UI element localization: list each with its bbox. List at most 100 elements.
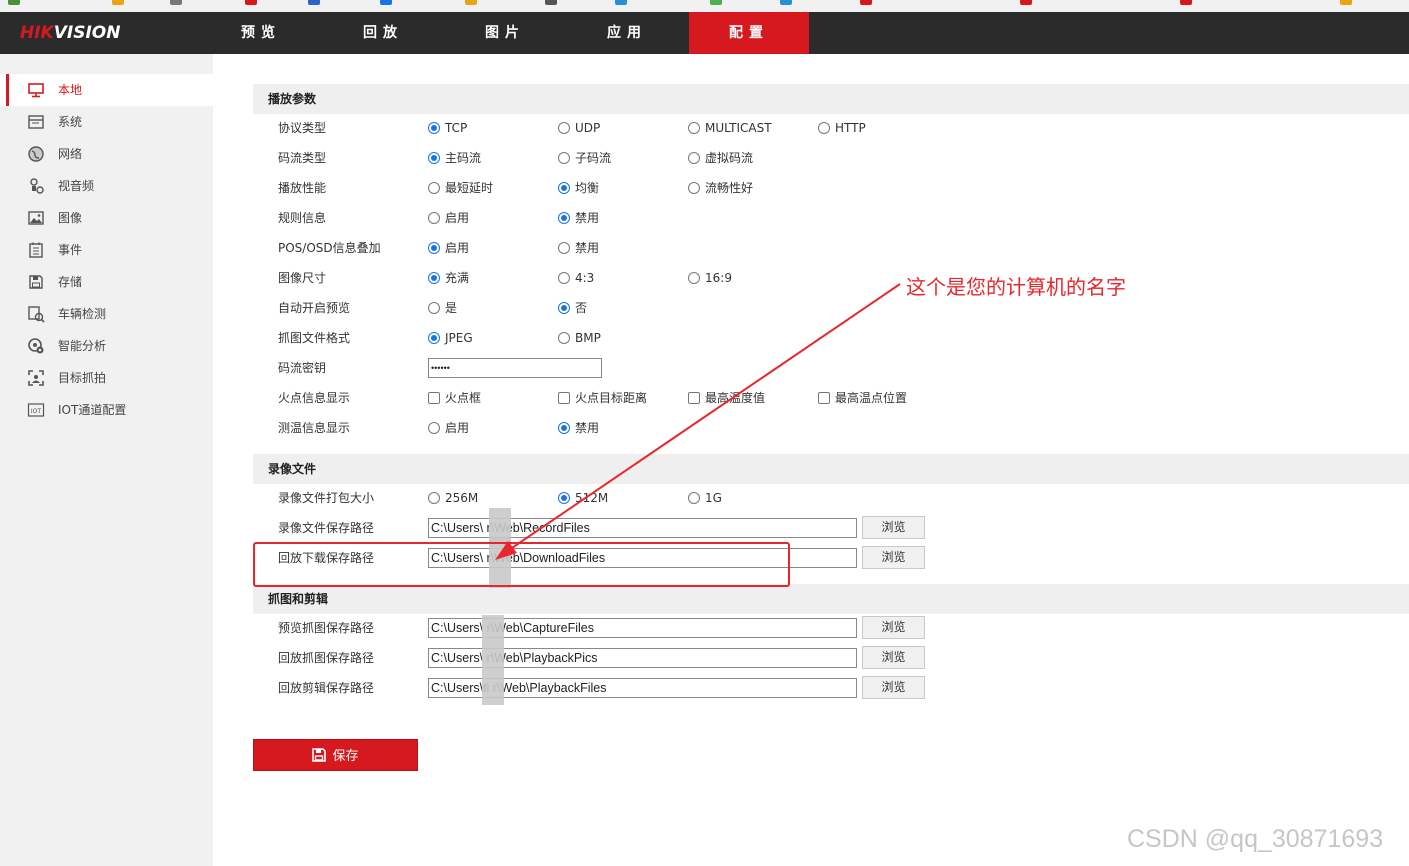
sidebar-item-5[interactable]: 事件 xyxy=(0,234,213,266)
option-label: 禁用 xyxy=(575,421,600,435)
radio-option[interactable]: 启用 xyxy=(428,420,469,436)
radio-button[interactable] xyxy=(428,302,440,314)
radio-button[interactable] xyxy=(688,152,700,164)
radio-option[interactable]: 禁用 xyxy=(558,240,599,256)
radio-option[interactable]: 均衡 xyxy=(558,180,599,196)
radio-button[interactable] xyxy=(428,332,440,344)
radio-button[interactable] xyxy=(818,122,830,134)
sidebar-item-2[interactable]: 网络 xyxy=(0,138,213,170)
browse-button[interactable]: 浏览 xyxy=(862,646,925,669)
nav-tab-4[interactable]: 配置 xyxy=(689,12,809,54)
checkbox[interactable] xyxy=(688,392,700,404)
sidebar-item-9[interactable]: 目标抓拍 xyxy=(0,362,213,394)
radio-option[interactable]: 启用 xyxy=(428,210,469,226)
radio-button[interactable] xyxy=(558,242,570,254)
logo-red-part: HIK xyxy=(20,23,54,43)
sidebar-item-0[interactable]: 本地 xyxy=(0,74,213,106)
iot-icon: IOT xyxy=(27,401,45,419)
sidebar-item-1[interactable]: 系统 xyxy=(0,106,213,138)
image-icon xyxy=(27,209,45,227)
nav-tab-2[interactable]: 图片 xyxy=(445,12,565,54)
radio-option[interactable]: 最短延时 xyxy=(428,180,493,196)
checkbox-option[interactable]: 最高温点位置 xyxy=(818,390,907,406)
radio-option[interactable]: 主码流 xyxy=(428,150,481,166)
radio-option[interactable]: 子码流 xyxy=(558,150,611,166)
nav-tab-3[interactable]: 应用 xyxy=(567,12,687,54)
radio-button[interactable] xyxy=(558,272,570,284)
radio-option[interactable]: 16:9 xyxy=(688,270,732,286)
sidebar-item-6[interactable]: 存储 xyxy=(0,266,213,298)
svg-text:IOT: IOT xyxy=(31,408,41,415)
radio-button[interactable] xyxy=(428,422,440,434)
radio-button[interactable] xyxy=(558,422,570,434)
sidebar-item-10[interactable]: IOT IOT通道配置 xyxy=(0,394,213,426)
radio-option[interactable]: 禁用 xyxy=(558,420,599,436)
save-button[interactable]: 保存 xyxy=(253,739,418,771)
browse-button[interactable]: 浏览 xyxy=(862,546,925,569)
sidebar-item-8[interactable]: 智能分析 xyxy=(0,330,213,362)
radio-option[interactable]: 4:3 xyxy=(558,270,594,286)
sidebar-item-7[interactable]: 车辆检测 xyxy=(0,298,213,330)
radio-option[interactable]: 是 xyxy=(428,300,457,316)
radio-button[interactable] xyxy=(428,212,440,224)
radio-button[interactable] xyxy=(428,122,440,134)
radio-option[interactable]: 禁用 xyxy=(558,210,599,226)
radio-button[interactable] xyxy=(428,272,440,284)
stream-key-input[interactable]: •••••• xyxy=(428,358,602,378)
radio-option[interactable]: 256M xyxy=(428,490,478,506)
bookmark-favicon xyxy=(380,0,392,5)
checkbox-option[interactable]: 最高温度值 xyxy=(688,390,765,406)
radio-button[interactable] xyxy=(558,492,570,504)
radio-button[interactable] xyxy=(688,272,700,284)
radio-button[interactable] xyxy=(558,212,570,224)
radio-option[interactable]: 流畅性好 xyxy=(688,180,753,196)
browse-button[interactable]: 浏览 xyxy=(862,516,925,539)
radio-button[interactable] xyxy=(428,242,440,254)
browser-bookmarks-bar xyxy=(0,0,1409,12)
option-label: HTTP xyxy=(835,121,866,135)
radio-option[interactable]: BMP xyxy=(558,330,601,346)
sidebar-item-3[interactable]: 视音频 xyxy=(0,170,213,202)
radio-option[interactable]: 充满 xyxy=(428,270,469,286)
checkbox-option[interactable]: 火点目标距离 xyxy=(558,390,647,406)
bookmark-favicon xyxy=(170,0,182,5)
radio-option[interactable]: TCP xyxy=(428,120,467,136)
radio-button[interactable] xyxy=(428,492,440,504)
radio-option[interactable]: 1G xyxy=(688,490,722,506)
radio-button[interactable] xyxy=(688,122,700,134)
option-label: 主码流 xyxy=(445,151,482,165)
nav-tab-1[interactable]: 回放 xyxy=(323,12,443,54)
sidebar-item-label: 网络 xyxy=(58,147,83,161)
checkbox-option[interactable]: 火点框 xyxy=(428,390,481,406)
checkbox[interactable] xyxy=(818,392,830,404)
radio-option[interactable]: 否 xyxy=(558,300,587,316)
bookmark-favicon xyxy=(308,0,320,5)
smart-analysis-icon xyxy=(27,337,45,355)
radio-button[interactable] xyxy=(558,152,570,164)
radio-button[interactable] xyxy=(688,492,700,504)
radio-button[interactable] xyxy=(688,182,700,194)
bookmark-favicon xyxy=(1180,0,1192,5)
browse-button[interactable]: 浏览 xyxy=(862,676,925,699)
radio-option[interactable]: 虚拟码流 xyxy=(688,150,753,166)
radio-button[interactable] xyxy=(558,122,570,134)
radio-option[interactable]: 启用 xyxy=(428,240,469,256)
nav-tab-0[interactable]: 预览 xyxy=(201,12,321,54)
checkbox[interactable] xyxy=(428,392,440,404)
option-label: 启用 xyxy=(445,421,470,435)
checkbox[interactable] xyxy=(558,392,570,404)
option-label: 火点目标距离 xyxy=(575,391,648,405)
sidebar-item-4[interactable]: 图像 xyxy=(0,202,213,234)
radio-button[interactable] xyxy=(428,182,440,194)
radio-button[interactable] xyxy=(558,302,570,314)
radio-option[interactable]: JPEG xyxy=(428,330,473,346)
radio-button[interactable] xyxy=(558,182,570,194)
radio-button[interactable] xyxy=(558,332,570,344)
radio-option[interactable]: HTTP xyxy=(818,120,866,136)
field-label: 回放抓图保存路径 xyxy=(278,651,375,665)
radio-button[interactable] xyxy=(428,152,440,164)
radio-option[interactable]: 512M xyxy=(558,490,608,506)
radio-option[interactable]: UDP xyxy=(558,120,600,136)
radio-option[interactable]: MULTICAST xyxy=(688,120,772,136)
browse-button[interactable]: 浏览 xyxy=(862,616,925,639)
